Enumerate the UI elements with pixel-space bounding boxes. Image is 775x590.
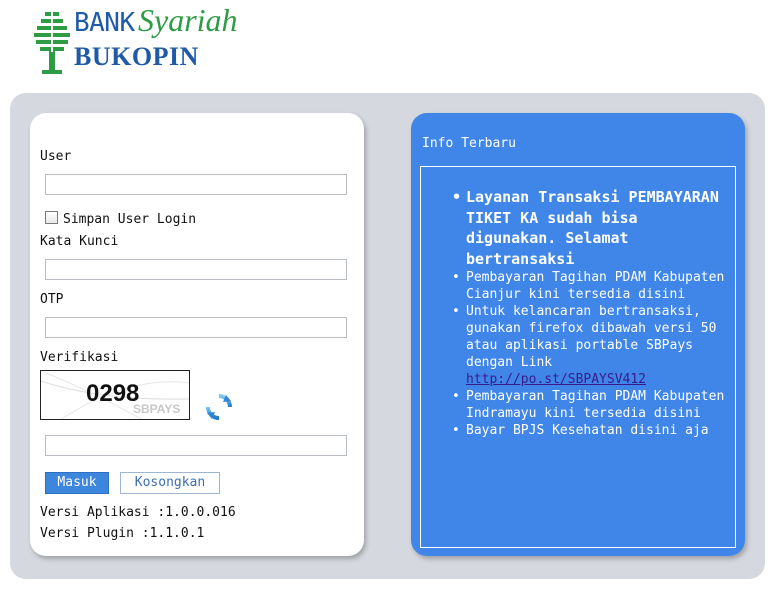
otp-label: OTP [40,292,64,307]
captcha-watermark: SBPAYS [133,402,181,416]
captcha-image: 0298 SBPAYS [40,370,190,420]
info-item: Untuk kelancaran bertransaksi, gunakan f… [452,303,734,388]
remember-user-checkbox[interactable] [45,211,58,224]
info-list: Layanan Transaksi PEMBAYARAN TIKET KA su… [452,187,734,439]
password-input[interactable] [45,259,347,280]
captcha-input[interactable] [45,435,347,456]
app-version-text: Versi Aplikasi :1.0.0.016 [40,505,236,520]
user-label: User [40,149,72,164]
password-label: Kata Kunci [40,234,119,249]
sbpays-download-link[interactable]: http://po.st/SBPAYSV412 [466,372,646,387]
info-item: Pembayaran Tagihan PDAM Kabupaten Indram… [452,388,734,422]
info-item: Bayar BPJS Kesehatan disini aja [452,422,734,439]
info-item: Pembayaran Tagihan PDAM Kabupaten Cianju… [452,269,734,303]
logo-syariah-text: Syariah [138,2,238,38]
logo-bank-text: BANK [74,8,135,38]
login-button[interactable]: Masuk [45,472,109,494]
captcha-code: 0298 [86,380,140,407]
clear-button[interactable]: Kosongkan [120,472,220,494]
logo-bukopin-text: BUKOPIN [74,42,199,71]
bank-tree-logo-icon [34,12,70,74]
info-item-text: Untuk kelancaran bertransaksi, gunakan f… [466,304,717,370]
info-title: Info Terbaru [422,136,516,151]
bank-logo: BANK Syariah BUKOPIN [32,2,242,80]
refresh-captcha-icon[interactable] [204,392,234,422]
info-item: Layanan Transaksi PEMBAYARAN TIKET KA su… [452,187,734,269]
remember-user-label: Simpan User Login [63,212,197,227]
verification-label: Verifikasi [40,350,119,365]
plugin-version-text: Versi Plugin :1.1.0.1 [40,526,205,541]
user-input[interactable] [45,174,347,195]
otp-input[interactable] [45,317,347,338]
